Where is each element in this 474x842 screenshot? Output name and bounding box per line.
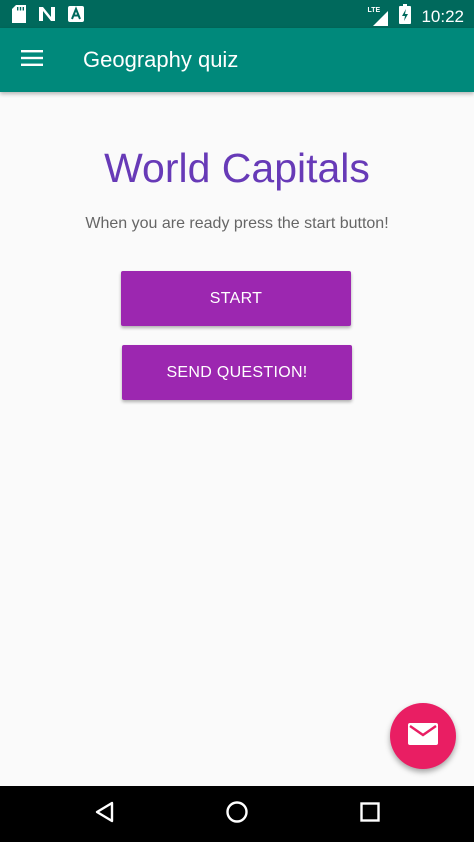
home-button[interactable]: [221, 798, 253, 830]
mail-icon: [408, 722, 438, 750]
status-bar: LTE 10:22: [0, 0, 474, 28]
menu-button[interactable]: [12, 40, 52, 80]
email-fab[interactable]: [390, 703, 456, 769]
navigation-bar: [0, 786, 474, 842]
hamburger-menu-icon: [21, 49, 43, 71]
home-icon: [225, 800, 249, 829]
signal-icon: LTE: [367, 7, 389, 27]
send-question-button[interactable]: SEND QUESTION!: [122, 345, 352, 400]
back-button[interactable]: [88, 798, 120, 830]
battery-icon: [399, 4, 412, 29]
app-bar: Geography quiz: [0, 28, 474, 92]
a-notification-icon: [68, 6, 84, 27]
n-notification-icon: [38, 6, 56, 27]
start-button[interactable]: START: [121, 271, 351, 326]
recents-button[interactable]: [354, 798, 386, 830]
instructions-text: When you are ready press the start butto…: [85, 215, 389, 232]
page-title: World Capitals: [104, 145, 370, 191]
app-title: Geography quiz: [83, 47, 239, 72]
system-status-icons: LTE 10:22: [367, 4, 464, 29]
sd-card-icon: [12, 5, 26, 28]
recents-icon: [360, 801, 380, 827]
main-content: World Capitals When you are ready press …: [0, 92, 474, 786]
back-icon: [94, 801, 114, 828]
clock: 10:22: [421, 6, 464, 26]
notification-icons: [12, 5, 84, 28]
